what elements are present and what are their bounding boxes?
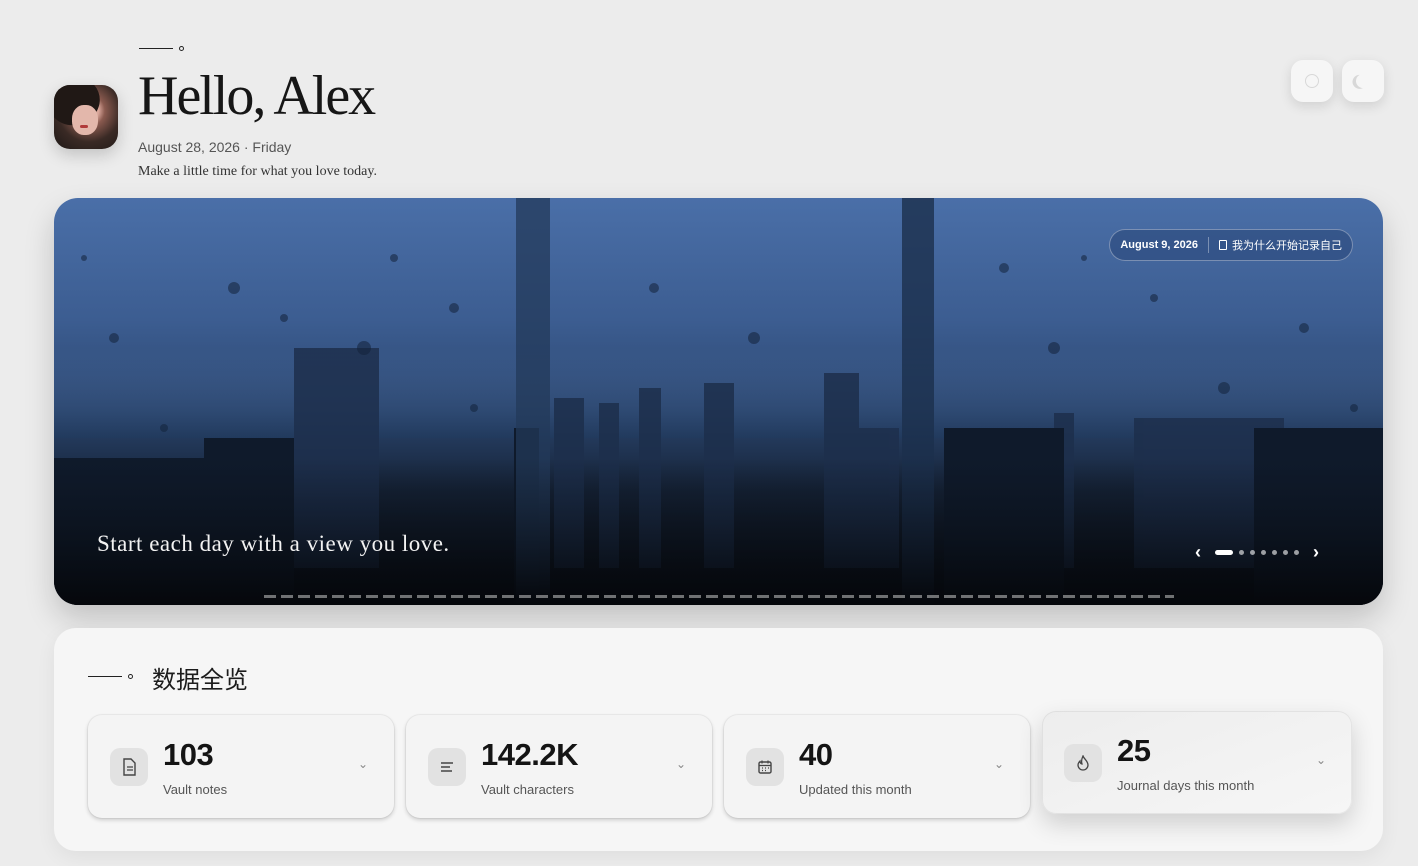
carousel-dot[interactable]: [1215, 549, 1233, 555]
hero-caption: Start each day with a view you love.: [97, 531, 450, 556]
carousel-dot[interactable]: [1239, 549, 1244, 555]
current-date: August 28, 2026 · Friday: [138, 139, 292, 155]
carousel-dot[interactable]: [1283, 549, 1288, 555]
slide-progress: [264, 595, 1174, 598]
carousel-dot[interactable]: [1294, 549, 1299, 555]
entry-link[interactable]: 我为什么开始记录自己: [1219, 237, 1342, 253]
chevron-down-icon[interactable]: ⌄: [676, 757, 686, 771]
stat-label: Vault characters: [481, 782, 574, 797]
calendar-icon: [746, 748, 784, 786]
entry-date: August 9, 2026: [1120, 239, 1198, 251]
stats-decoration: [88, 674, 133, 679]
entry-badge[interactable]: August 9, 2026 我为什么开始记录自己: [1109, 229, 1353, 261]
header-decoration: [139, 46, 184, 51]
chevron-left-icon[interactable]: ‹: [1195, 543, 1201, 561]
carousel-dot[interactable]: [1261, 549, 1266, 555]
stat-card-notes[interactable]: 103 Vault notes ⌄: [88, 715, 394, 818]
carousel-dot[interactable]: [1250, 549, 1255, 555]
stat-value: 103: [163, 737, 214, 772]
avatar[interactable]: [54, 85, 118, 149]
stat-value: 40: [799, 737, 833, 772]
chevron-right-icon[interactable]: ›: [1313, 543, 1319, 561]
carousel-controls: ‹ ›: [1195, 543, 1319, 561]
stat-value: 25: [1117, 733, 1151, 768]
dashboard-page: Hello, Alex August 28, 2026 · Friday Mak…: [0, 0, 1418, 866]
stat-card-journal[interactable]: 25 Journal days this month ⌄: [1042, 711, 1352, 814]
theme-toggle-button[interactable]: [1342, 60, 1384, 102]
circle-icon: [1305, 74, 1319, 88]
document-icon: [110, 748, 148, 786]
badge-divider: [1208, 237, 1209, 253]
stat-value: 142.2K: [481, 737, 578, 772]
entry-title: 我为什么开始记录自己: [1232, 240, 1342, 252]
stats-title: 数据全览: [152, 667, 248, 694]
carousel-dots: [1215, 549, 1299, 555]
chevron-down-icon[interactable]: ⌄: [358, 757, 368, 771]
carousel-dot[interactable]: [1272, 549, 1277, 555]
circle-button[interactable]: [1291, 60, 1333, 102]
hero-carousel[interactable]: August 9, 2026 我为什么开始记录自己 Start each day…: [54, 198, 1383, 605]
chevron-down-icon[interactable]: ⌄: [994, 757, 1004, 771]
stat-label: Vault notes: [163, 782, 228, 797]
greeting-title: Hello, Alex: [138, 65, 376, 127]
stat-card-characters[interactable]: 142.2K Vault characters ⌄: [406, 715, 712, 818]
stat-label: Journal days this month: [1117, 778, 1255, 793]
flame-icon: [1064, 744, 1102, 782]
chevron-down-icon[interactable]: ⌄: [1316, 753, 1326, 767]
lines-icon: [428, 748, 466, 786]
stat-label: Updated this month: [799, 782, 912, 797]
document-icon: [1219, 240, 1227, 250]
moon-icon: [1354, 72, 1372, 90]
greeting-subtitle: Make a little time for what you love tod…: [138, 164, 377, 179]
stat-card-updated[interactable]: 40 Updated this month ⌄: [724, 715, 1030, 818]
